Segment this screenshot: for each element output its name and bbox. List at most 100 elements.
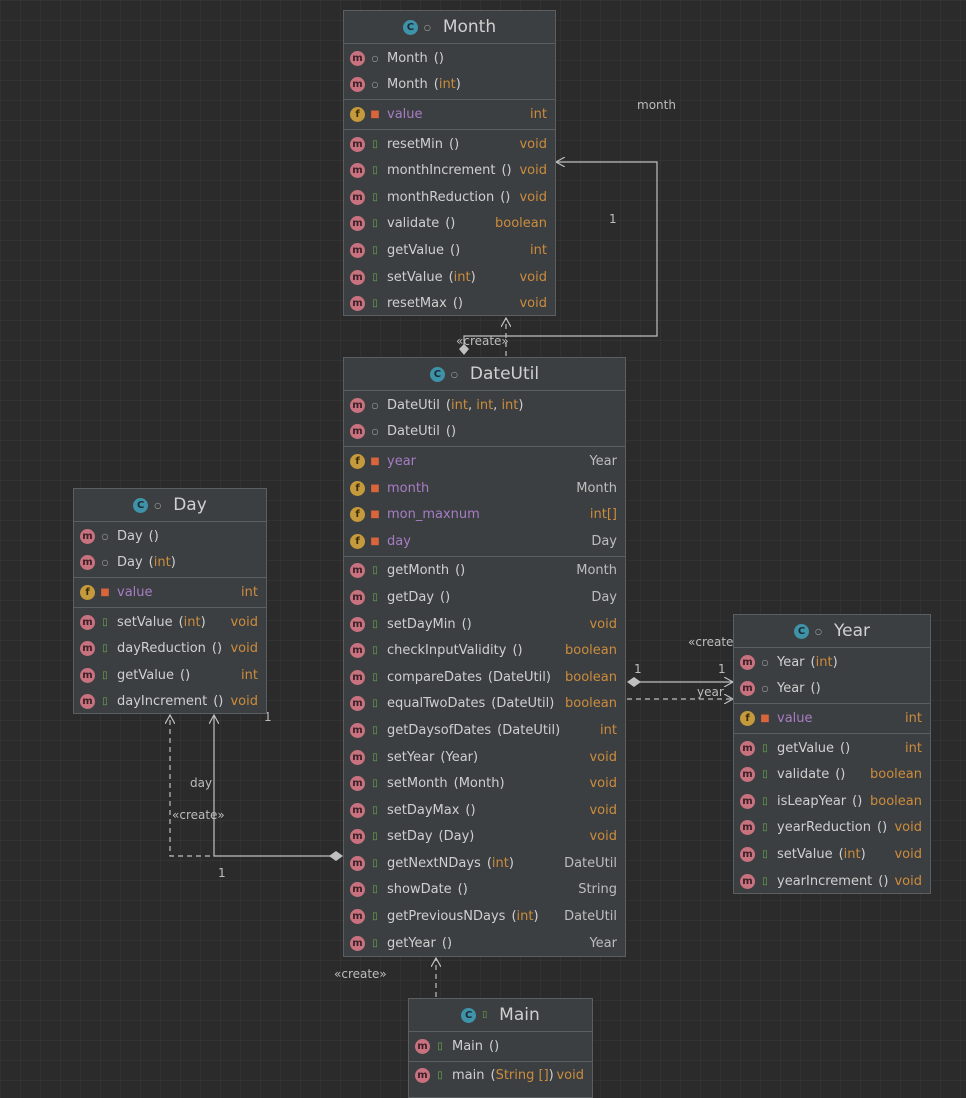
method-icon: m bbox=[350, 669, 365, 685]
member-params: () bbox=[148, 528, 159, 544]
method-row[interactable]: m ▯ resetMax () void bbox=[344, 290, 555, 315]
public-lock-icon: ▯ bbox=[372, 671, 378, 683]
class-header[interactable]: C ○ DateUtil bbox=[344, 358, 625, 391]
class-header[interactable]: C ○ Month bbox=[344, 11, 555, 44]
public-lock-icon: ▯ bbox=[102, 669, 108, 681]
composition-diamond-icon bbox=[329, 851, 343, 861]
field-icon: f bbox=[740, 710, 755, 726]
public-lock-icon: ▯ bbox=[372, 857, 378, 869]
member-name: setValue bbox=[777, 846, 833, 862]
private-lock-icon: ■ bbox=[370, 535, 380, 547]
member-name: getValue bbox=[387, 242, 445, 258]
class-dateutil[interactable]: C ○ DateUtil m ○ DateUtil (int, int, int) m ○ Dat… bbox=[343, 357, 626, 957]
class-header[interactable]: C ○ Year bbox=[734, 615, 930, 648]
member-name: resetMax bbox=[387, 296, 447, 312]
method-icon: m bbox=[740, 873, 755, 889]
class-name: Day bbox=[173, 495, 207, 515]
member-params: () bbox=[433, 50, 444, 66]
method-row[interactable]: m ▯ getValue () int bbox=[344, 237, 555, 264]
method-icon: m bbox=[350, 882, 365, 898]
member-params: (int) bbox=[511, 909, 539, 925]
field-row[interactable]: f ■ mon_maxnum int[] bbox=[344, 501, 625, 528]
private-lock-icon: ■ bbox=[370, 482, 380, 494]
constructor-row[interactable]: m ○ Month () bbox=[344, 45, 555, 72]
method-row[interactable]: m ▯ main (String []) void bbox=[409, 1063, 592, 1090]
member-type: int bbox=[241, 584, 258, 600]
class-header[interactable]: C ▯ Main bbox=[409, 999, 592, 1032]
member-name: value bbox=[777, 710, 813, 726]
method-row[interactable]: m ▯ setMonth (Month) void bbox=[344, 770, 625, 797]
constructor-row[interactable]: m ○ Day (int) bbox=[74, 550, 266, 577]
method-row[interactable]: m ▯ getDaysofDates (DateUtil) int bbox=[344, 717, 625, 744]
method-row[interactable]: m ▯ getPreviousNDays (int) DateUtil bbox=[344, 903, 625, 930]
method-row[interactable]: m ▯ getValue () int bbox=[734, 735, 930, 762]
member-params: () bbox=[213, 694, 224, 710]
method-row[interactable]: m ▯ monthReduction () void bbox=[344, 184, 555, 211]
method-row[interactable]: m ▯ getMonth () Month bbox=[344, 558, 625, 585]
method-row[interactable]: m ▯ getDay () Day bbox=[344, 584, 625, 611]
member-params: () bbox=[457, 882, 468, 898]
member-type: void bbox=[894, 873, 922, 889]
constructor-row[interactable]: m ○ Month (int) bbox=[344, 72, 555, 99]
method-row[interactable]: m ▯ isLeapYear () boolean bbox=[734, 788, 930, 815]
class-icon: C bbox=[133, 497, 149, 513]
method-row[interactable]: m ▯ yearReduction () void bbox=[734, 815, 930, 842]
constructor-row[interactable]: m ○ Day () bbox=[74, 523, 266, 550]
method-row[interactable]: m ▯ dayReduction () void bbox=[74, 635, 266, 662]
method-row[interactable]: m ▯ showDate () String bbox=[344, 877, 625, 904]
member-params: (DateUtil) bbox=[491, 696, 555, 712]
method-row[interactable]: m ▯ setDay (Day) void bbox=[344, 824, 625, 851]
member-name: isLeapYear bbox=[777, 793, 847, 809]
year-source-multiplicity-label: 1 bbox=[634, 662, 642, 676]
class-year[interactable]: C ○ Year m ○ Year (int) m ○ Year () f ■ value int m ▯ get… bbox=[733, 614, 931, 894]
field-row[interactable]: f ■ month Month bbox=[344, 475, 625, 502]
field-row[interactable]: f ■ value int bbox=[74, 579, 266, 606]
method-row[interactable]: m ▯ compareDates (DateUtil) boolean bbox=[344, 664, 625, 691]
method-row[interactable]: m ▯ setValue (int) void bbox=[74, 609, 266, 636]
class-month[interactable]: C ○ Month m ○ Month () m ○ Month (int) f ■ value int m ▯… bbox=[343, 10, 556, 316]
method-row[interactable]: m ▯ getYear () Year bbox=[344, 930, 625, 956]
public-lock-icon: ▯ bbox=[762, 848, 768, 860]
member-name: setMonth bbox=[387, 776, 448, 792]
method-row[interactable]: m ▯ validate () boolean bbox=[344, 211, 555, 238]
method-row[interactable]: m ▯ yearIncrement () void bbox=[734, 868, 930, 893]
method-icon: m bbox=[350, 189, 365, 205]
method-row[interactable]: m ▯ getValue () int bbox=[74, 662, 266, 689]
fields-section: f ■ value int bbox=[734, 704, 930, 734]
member-name: getValue bbox=[777, 740, 835, 756]
method-row[interactable]: m ▯ setValue (int) void bbox=[344, 264, 555, 291]
constructor-row[interactable]: m ○ DateUtil (int, int, int) bbox=[344, 392, 625, 419]
field-row[interactable]: f ■ value int bbox=[344, 101, 555, 128]
member-name: Main bbox=[452, 1038, 484, 1054]
class-header[interactable]: C ○ Day bbox=[74, 489, 266, 522]
method-icon: m bbox=[740, 846, 755, 862]
edge-dateutil-day[interactable] bbox=[214, 715, 343, 861]
member-params: (int) bbox=[178, 614, 206, 630]
field-row[interactable]: f ■ value int bbox=[734, 705, 930, 732]
member-type: Year bbox=[589, 453, 617, 469]
public-lock-icon: ▯ bbox=[762, 875, 768, 887]
method-row[interactable]: m ▯ equalTwoDates (DateUtil) boolean bbox=[344, 691, 625, 718]
method-row[interactable]: m ▯ getNextNDays (int) DateUtil bbox=[344, 850, 625, 877]
class-main[interactable]: C ▯ Main m ▯ Main () m ▯ main (String []) void bbox=[408, 998, 593, 1098]
method-row[interactable]: m ▯ setYear (Year) void bbox=[344, 744, 625, 771]
field-row[interactable]: f ■ year Year bbox=[344, 448, 625, 475]
constructor-row[interactable]: m ○ Year (int) bbox=[734, 649, 930, 676]
method-row[interactable]: m ▯ setValue (int) void bbox=[734, 841, 930, 868]
method-row[interactable]: m ▯ validate () boolean bbox=[734, 761, 930, 788]
method-row[interactable]: m ▯ resetMin () void bbox=[344, 131, 555, 158]
constructor-row[interactable]: m ○ DateUtil () bbox=[344, 419, 625, 446]
class-icon: C bbox=[461, 1007, 477, 1023]
method-row[interactable]: m ▯ setDayMax () void bbox=[344, 797, 625, 824]
method-row[interactable]: m ▯ checkInputValidity () boolean bbox=[344, 637, 625, 664]
member-type: int bbox=[600, 722, 617, 738]
constructor-row[interactable]: m ▯ Main () bbox=[409, 1033, 592, 1060]
class-icon: C bbox=[429, 366, 445, 382]
method-row[interactable]: m ▯ monthIncrement () void bbox=[344, 157, 555, 184]
class-day[interactable]: C ○ Day m ○ Day () m ○ Day (int) f ■ value int m ▯ setVal… bbox=[73, 488, 267, 714]
method-row[interactable]: m ▯ setDayMin () void bbox=[344, 611, 625, 638]
member-name: validate bbox=[387, 216, 440, 232]
field-row[interactable]: f ■ day Day bbox=[344, 528, 625, 555]
method-row[interactable]: m ▯ dayIncrement () void bbox=[74, 689, 266, 713]
constructor-row[interactable]: m ○ Year () bbox=[734, 676, 930, 703]
